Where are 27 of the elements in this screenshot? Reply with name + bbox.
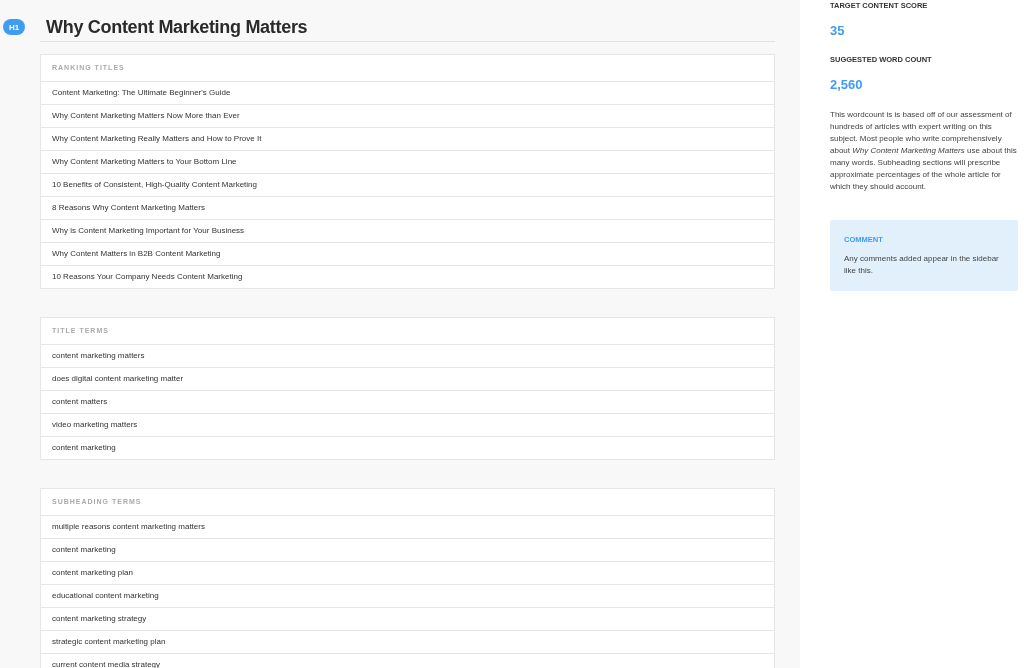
term-row[interactable]: Content Marketing: The Ultimate Beginner's Guide [41,82,774,105]
word-count-description: This wordcount is is based off of our assessment of hundreds of articles with expert writing on this subject. Most people who write comprehensively about Why Content Marketing Matters use about this many words. Subheading sections will prescribe approximate percentages of the whole article for which they should account. [830,109,1018,193]
term-row[interactable]: educational content marketing [41,585,774,608]
term-row[interactable]: 8 Reasons Why Content Marketing Matters [41,197,774,220]
term-row[interactable]: Why Content Marketing Really Matters and How to Prove It [41,128,774,151]
term-row[interactable]: current content media strategy [41,654,774,668]
term-row[interactable]: content marketing plan [41,562,774,585]
term-row[interactable]: content marketing [41,437,774,459]
term-row[interactable]: content marketing [41,539,774,562]
term-row[interactable]: multiple reasons content marketing matters [41,516,774,539]
word-count-value: 2,560 [830,77,864,92]
term-row[interactable]: 10 Reasons Your Company Needs Content Marketing [41,266,774,288]
term-row[interactable]: content marketing matters [41,345,774,368]
term-row[interactable]: 10 Benefits of Consistent, High-Quality Content Marketing [41,174,774,197]
term-row[interactable]: Why Content Marketing Matters Now More than Ever [41,105,774,128]
term-row[interactable]: content matters [41,391,774,414]
term-row[interactable]: Why Content Matters in B2B Content Marketing [41,243,774,266]
term-row[interactable]: strategic content marketing plan [41,631,774,654]
term-row[interactable]: video marketing matters [41,414,774,437]
comment-text: Any comments added appear in the sidebar like this. [844,253,1000,277]
score-value: 35 [830,23,846,38]
term-row[interactable]: does digital content marketing matter [41,368,774,391]
term-row[interactable]: Why is Content Marketing Important for Your Business [41,220,774,243]
heading-level-badge: H1 [3,19,25,35]
term-row[interactable]: Why Content Marketing Matters to Your Bottom Line [41,151,774,174]
title-field[interactable]: Why Content Marketing Matters [40,17,775,42]
term-row[interactable]: content marketing strategy [41,608,774,631]
